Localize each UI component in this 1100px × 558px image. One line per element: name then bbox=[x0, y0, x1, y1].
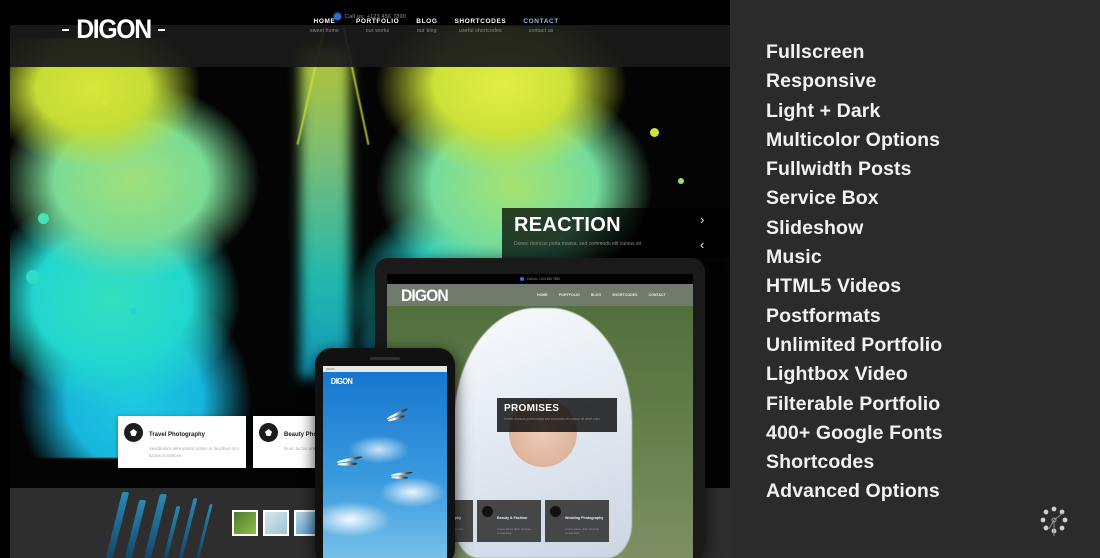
decorative-streak bbox=[144, 494, 167, 558]
nav-label: SHORTCODES bbox=[454, 18, 507, 25]
phone-screen: DIGON DIGON bbox=[323, 366, 447, 558]
site-logo-text: DIGON bbox=[76, 14, 152, 44]
decorative-streak bbox=[105, 492, 130, 558]
nav-sublabel: sweet home bbox=[310, 28, 339, 34]
camera-icon bbox=[259, 423, 278, 442]
slider-controls: › ‹ bbox=[700, 213, 704, 251]
chevron-left-icon[interactable]: ‹ bbox=[700, 238, 704, 251]
thumbnail[interactable] bbox=[232, 510, 258, 536]
service-box[interactable]: Travel Photography Vestibulum ante ipsum… bbox=[118, 416, 246, 468]
phone-speaker bbox=[370, 357, 400, 360]
nav-item-contact[interactable]: CONTACT contact us bbox=[523, 18, 559, 34]
feature-item: Filterable Portfolio bbox=[766, 392, 941, 415]
feature-item: Advanced Options bbox=[766, 480, 940, 503]
paint-speck bbox=[650, 128, 659, 137]
decorative-streak bbox=[196, 504, 213, 558]
tablet-service-box[interactable]: Beauty & Fashion Lorem ipsum dolor sit a… bbox=[477, 500, 541, 542]
feature-item: HTML5 Videos bbox=[766, 275, 902, 298]
phone-icon bbox=[520, 277, 525, 281]
thumbnail[interactable] bbox=[263, 510, 289, 536]
nav-item-home[interactable]: HOME sweet home bbox=[310, 18, 339, 34]
tablet-nav-item[interactable]: HOME bbox=[537, 293, 548, 297]
tablet-service-text: Lorem ipsum dolor sit amet consectetur bbox=[565, 527, 599, 536]
tablet-slide-subtitle: Donec rhoncus porta massa sed commodo el… bbox=[504, 417, 600, 421]
tablet-service-title: Wedding Photography bbox=[565, 516, 604, 520]
feature-item: Multicolor Options bbox=[766, 128, 941, 151]
slider-thumbnails bbox=[232, 510, 320, 536]
decorative-streak bbox=[163, 506, 181, 558]
feature-item: Postformats bbox=[766, 304, 881, 327]
chevron-right-icon[interactable]: › bbox=[700, 213, 704, 226]
service-title: Travel Photography bbox=[149, 432, 206, 438]
nav-item-shortcodes[interactable]: SHORTCODES useful shortcodes bbox=[454, 18, 506, 34]
tablet-nav-item[interactable]: BLOG bbox=[591, 293, 601, 297]
tablet-nav-item[interactable]: SHORTCODES bbox=[612, 293, 637, 297]
website-preview: Call us: +123 456 7890 DIGON HOME sweet … bbox=[0, 0, 730, 558]
feature-item: Light + Dark bbox=[766, 99, 881, 122]
decorative-streak bbox=[178, 498, 198, 558]
feature-list-panel: Fullscreen Responsive Light + Dark Multi… bbox=[730, 0, 1100, 558]
camera-icon bbox=[124, 423, 143, 442]
feature-item: Fullscreen bbox=[766, 41, 865, 63]
logo-dash-left-icon bbox=[62, 28, 69, 31]
tablet-nav-item[interactable]: PORTFOLIO bbox=[559, 293, 580, 297]
paint-speck bbox=[678, 178, 684, 184]
nav-label: HOME bbox=[313, 18, 336, 25]
paint-speck bbox=[38, 213, 49, 224]
paint-speck bbox=[130, 308, 137, 315]
feature-item: Unlimited Portfolio bbox=[766, 333, 943, 356]
nav-sublabel: our works bbox=[365, 28, 390, 34]
tablet-service-text: Lorem ipsum dolor sit amet consectetur bbox=[497, 527, 531, 536]
screenshot-root: Call us: +123 456 7890 DIGON HOME sweet … bbox=[0, 0, 1100, 558]
logo-dash-right-icon bbox=[158, 28, 166, 31]
tablet-call-text: Call us: +123 456 7890 bbox=[527, 277, 560, 281]
nav-item-portfolio[interactable]: PORTFOLIO our works bbox=[356, 18, 399, 34]
phone-logo: DIGON bbox=[330, 377, 353, 386]
feature-item: Music bbox=[766, 246, 822, 269]
nav-label: PORTFOLIO bbox=[355, 18, 400, 25]
phone-mockup: DIGON DIGON bbox=[315, 348, 455, 558]
main-navigation: HOME sweet home PORTFOLIO our works BLOG… bbox=[310, 18, 559, 34]
tablet-service-box[interactable]: Wedding Photography Lorem ipsum dolor si… bbox=[545, 500, 609, 542]
tablet-service-title: Beauty & Fashion bbox=[497, 516, 528, 520]
slide-title: REACTION bbox=[514, 214, 621, 236]
feature-item: Lightbox Video bbox=[766, 363, 908, 386]
camera-icon bbox=[482, 506, 493, 517]
slide-caption: REACTION Donec rhoncus porta massa, sed … bbox=[502, 208, 730, 258]
feature-item: Fullwidth Posts bbox=[766, 158, 912, 181]
camera-icon bbox=[550, 506, 561, 517]
slide-subtitle: Donec rhoncus porta massa, sed commodo e… bbox=[514, 241, 641, 247]
service-text: Vestibulum ante ipsum primis in faucibus… bbox=[149, 446, 239, 459]
site-logo[interactable]: DIGON bbox=[62, 14, 166, 44]
feature-item: Responsive bbox=[766, 70, 877, 93]
phone-url-text: DIGON bbox=[326, 367, 335, 371]
feature-item: Slideshow bbox=[766, 216, 864, 239]
nav-sublabel: our blog bbox=[417, 28, 437, 34]
feature-item: Shortcodes bbox=[766, 451, 875, 474]
tablet-logo[interactable]: DIGON bbox=[401, 286, 449, 306]
tablet-nav-item[interactable]: CONTACT bbox=[649, 293, 666, 297]
tablet-slide-title: PROMISES bbox=[504, 403, 560, 414]
radial-burst-icon bbox=[1038, 504, 1070, 536]
feature-item: 400+ Google Fonts bbox=[766, 421, 943, 444]
feature-item: Service Box bbox=[766, 187, 879, 210]
tablet-topbar: Call us: +123 456 7890 bbox=[387, 274, 693, 284]
decorative-streak bbox=[124, 500, 147, 558]
tablet-slide-caption: PROMISES Donec rhoncus porta massa sed c… bbox=[497, 398, 617, 432]
nav-sublabel: useful shortcodes bbox=[459, 28, 502, 34]
website-preview-canvas: Call us: +123 456 7890 DIGON HOME sweet … bbox=[10, 8, 730, 558]
nav-label: CONTACT bbox=[523, 18, 559, 25]
nav-item-blog[interactable]: BLOG our blog bbox=[416, 18, 437, 34]
nav-label: BLOG bbox=[416, 18, 438, 25]
tablet-navigation: HOME PORTFOLIO BLOG SHORTCODES CONTACT bbox=[537, 293, 666, 297]
nav-sublabel: contact us bbox=[528, 28, 554, 34]
paint-speck bbox=[26, 270, 40, 284]
paint-speck bbox=[102, 100, 108, 106]
